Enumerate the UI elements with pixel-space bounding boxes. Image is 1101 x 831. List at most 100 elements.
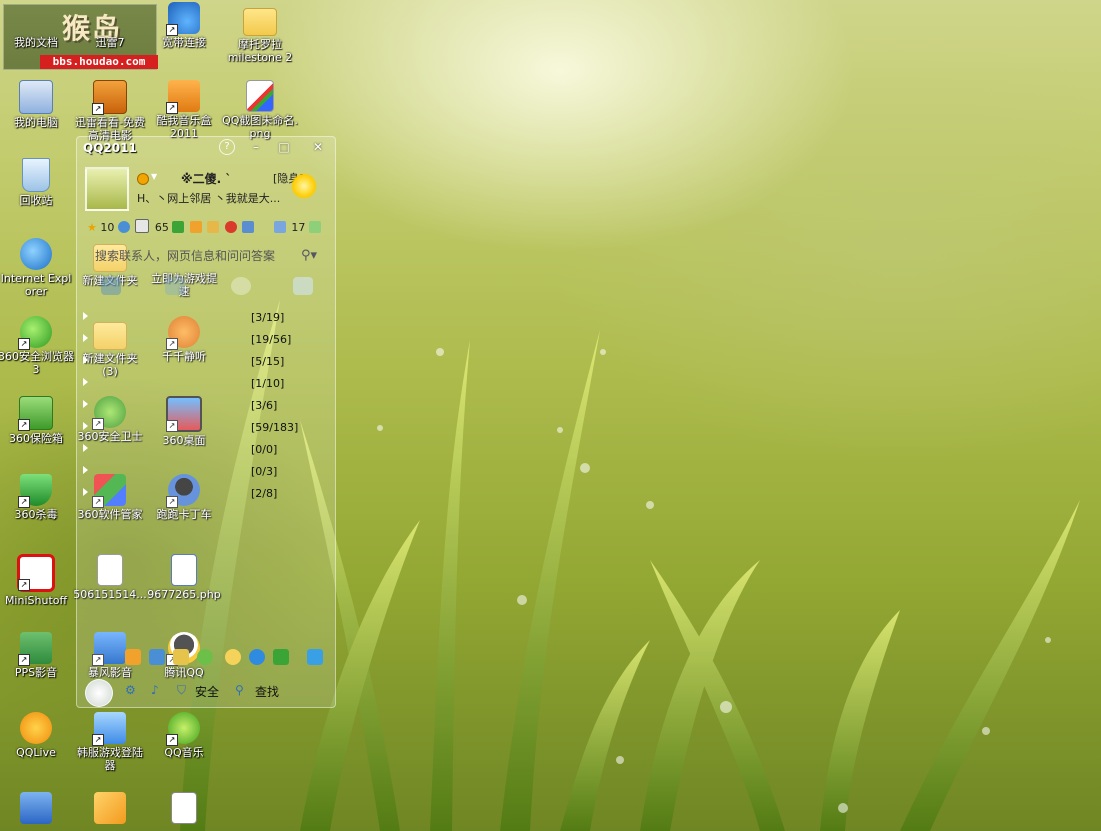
qq-music-icon: ↗ (166, 712, 200, 746)
contact-group[interactable]: [59/183] (77, 419, 335, 437)
status-icon[interactable] (137, 173, 149, 185)
chevron-right-icon (83, 488, 88, 496)
grid-icon[interactable] (242, 221, 255, 233)
signature[interactable]: H、丶网上邻居 丶我就是大... (137, 190, 280, 206)
desktop-icon-pps[interactable]: ↗ PPS影音 (0, 632, 74, 679)
chevron-right-icon (83, 422, 88, 430)
shortcut-arrow-icon: ↗ (18, 338, 30, 350)
contact-group[interactable]: [5/15] (77, 353, 335, 371)
computer-icon (19, 80, 53, 114)
search-input[interactable]: 搜索联系人，网页信息和问问答案 (95, 245, 275, 267)
desktop-icon-qqmusic[interactable]: ↗ QQ音乐 (146, 712, 222, 759)
shortcut-arrow-icon: ↗ (166, 102, 178, 114)
icon-label: 我的电脑 (14, 116, 58, 129)
text-file-icon (171, 792, 197, 824)
app-shortcut-icon[interactable] (249, 649, 265, 665)
avatar[interactable] (85, 167, 129, 211)
tab-recent[interactable] (293, 277, 313, 295)
shop-icon[interactable] (189, 221, 202, 233)
tab-chat[interactable] (101, 277, 121, 295)
app-shortcut-icon[interactable] (225, 649, 241, 665)
search-icon[interactable]: ⚲ (235, 683, 244, 697)
group-count: [3/19] (251, 311, 285, 324)
icon-label: QQLive (16, 746, 56, 759)
qzone-star-icon[interactable]: ★ (87, 221, 97, 234)
maximize-button[interactable]: □ (273, 139, 295, 155)
network-connection-icon: ↗ (166, 2, 200, 36)
search-icon[interactable]: ⚲▾ (301, 245, 317, 267)
contact-group[interactable]: [0/0] (77, 441, 335, 459)
icon-label: PPS影音 (14, 666, 58, 679)
shield-icon[interactable]: ⛉ (177, 683, 186, 698)
desktop-icon-xunlei7[interactable]: 迅雷7 (72, 36, 148, 49)
desktop-icon-xunlei-kankan[interactable]: ↗ 迅雷看看-免费高清电影 (72, 80, 148, 142)
desktop-icon-360-browser[interactable]: ↗ 360安全浏览器 3 (0, 316, 74, 376)
app-shortcut-icon[interactable] (273, 649, 289, 665)
gear-icon[interactable]: ⚙ (125, 683, 136, 697)
desktop-icon-recycle-bin[interactable]: 回收站 (0, 158, 74, 207)
desktop-icon-qqlive[interactable]: QQLive (0, 712, 74, 759)
wallet-icon[interactable] (207, 221, 220, 233)
contact-group[interactable]: [19/56] (77, 331, 335, 349)
qzone-count[interactable]: 10 (100, 221, 114, 234)
help-icon[interactable]: ? (219, 139, 235, 155)
close-button[interactable]: ✕ (307, 139, 329, 155)
desktop-icon-moto-folder[interactable]: 摩托罗拉 milestone 2 (222, 2, 298, 64)
mail-icon[interactable] (135, 219, 150, 233)
desktop-icon-360-safebox[interactable]: ↗ 360保险箱 (0, 396, 74, 445)
qq-main-panel[interactable]: QQ2011 ? – □ ✕ ▼ ※二傻. ` [隐身] H、丶网上邻居 丶我就… (76, 136, 336, 708)
app-shortcut-icon[interactable] (149, 649, 165, 665)
desktop-icon-game-login[interactable]: ↗ 韩服游戏登陆器 (72, 712, 148, 772)
tab-groups[interactable] (165, 277, 185, 295)
safety-button[interactable]: 安全 (195, 683, 219, 700)
volume-icon[interactable]: ♪ (151, 683, 159, 697)
qqlive-icon (20, 712, 52, 744)
desktop-icon-my-documents[interactable]: 我的文档 (0, 36, 74, 49)
app-shortcut-icon[interactable] (197, 649, 213, 665)
group-count: [2/8] (251, 487, 278, 500)
desktop-icon-minishutoff[interactable]: ↗ MiniShutoff (0, 554, 74, 607)
desktop-icon-broadband[interactable]: ↗ 宽带连接 (146, 2, 222, 49)
app-shortcut-icon[interactable] (125, 649, 141, 665)
quick-app-bar (85, 649, 329, 669)
icon-label: 韩服游戏登陆器 (77, 746, 143, 772)
message-icon[interactable] (273, 221, 286, 233)
icon-label: 宽带连接 (162, 36, 206, 49)
desktop-icon-360-antivirus[interactable]: ↗ 360杀毒 (0, 474, 74, 521)
shortcut-arrow-icon: ↗ (18, 654, 30, 666)
desktop-icon-partial[interactable] (0, 792, 74, 826)
weather-cloud-icon[interactable] (307, 649, 323, 665)
chevron-down-icon[interactable]: ▼ (151, 172, 157, 181)
desktop-icon-my-computer[interactable]: 我的电脑 (0, 80, 74, 129)
contact-group[interactable]: [3/19] (77, 309, 335, 327)
desktop-icon-qq-screenshot[interactable]: QQ截图未命名.png (222, 80, 298, 140)
mail-count[interactable]: 65 (155, 221, 169, 234)
search-bar[interactable]: 搜索联系人，网页信息和问问答案 ⚲▾ (85, 245, 325, 267)
weather-sun-icon[interactable] (291, 173, 317, 199)
contact-group[interactable]: [3/6] (77, 397, 335, 415)
find-button[interactable]: 查找 (255, 683, 279, 700)
contact-group[interactable]: [1/10] (77, 375, 335, 393)
message-count[interactable]: 17 (291, 221, 305, 234)
chevron-right-icon (83, 334, 88, 342)
app-box-icon[interactable] (308, 221, 321, 233)
search-icon[interactable] (117, 221, 130, 233)
contact-group[interactable]: [2/8] (77, 485, 335, 503)
tab-microblog[interactable] (231, 277, 251, 295)
clover-icon[interactable] (172, 221, 185, 233)
main-menu-button[interactable] (85, 679, 113, 707)
group-count: [59/183] (251, 421, 299, 434)
contact-group[interactable]: [0/3] (77, 463, 335, 481)
game-icon[interactable] (224, 221, 237, 233)
desktop-icon-partial-2[interactable] (72, 792, 148, 826)
desktop-icon-kuwo-box[interactable]: ↗ 酷我音乐盒 2011 (146, 80, 222, 140)
shortcut-arrow-icon: ↗ (92, 103, 104, 115)
app-shortcut-icon[interactable] (173, 649, 189, 665)
icon-label: 360杀毒 (14, 508, 58, 521)
group-count: [19/56] (251, 333, 292, 346)
minimize-button[interactable]: – (245, 139, 267, 155)
icon-label: 摩托罗拉 (238, 38, 282, 51)
desktop-icon-ie[interactable]: Internet Explorer (0, 238, 74, 298)
internet-explorer-icon (20, 238, 52, 270)
desktop-icon-partial-3[interactable] (146, 792, 222, 826)
